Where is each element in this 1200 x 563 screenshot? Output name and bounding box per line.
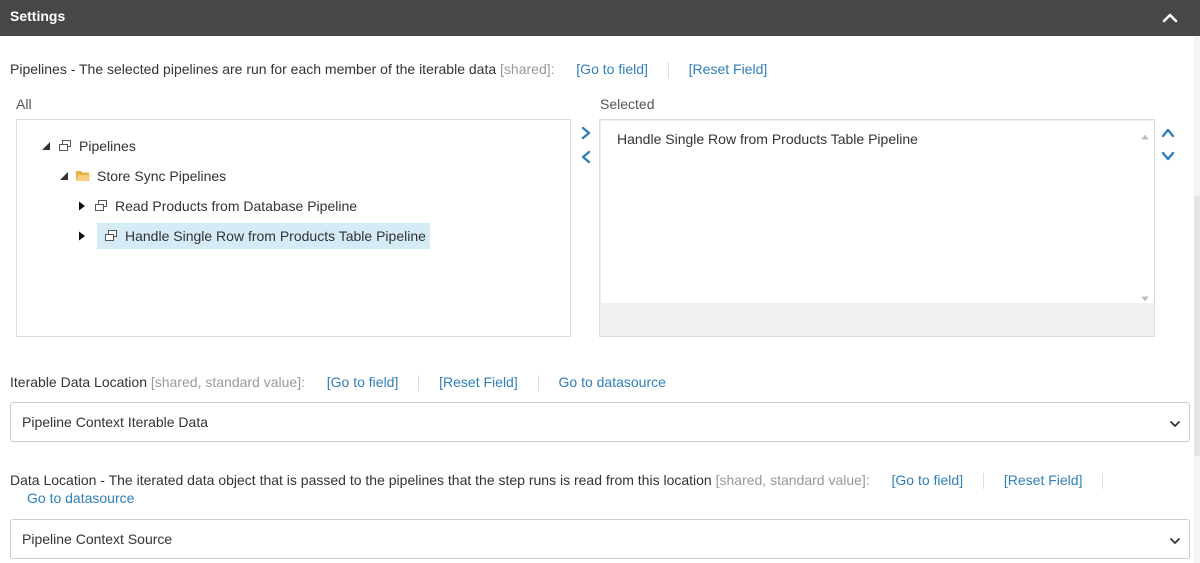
selected-list-item[interactable]: Handle Single Row from Products Table Pi…: [617, 131, 918, 147]
chevron-up-icon: [1161, 128, 1175, 138]
collapsed-triangle-icon[interactable]: [75, 229, 89, 243]
data-location-label-text: Data Location - The iterated data object…: [10, 472, 712, 488]
divider: [1102, 473, 1104, 490]
tree-node-store-sync-pipelines[interactable]: Store Sync Pipelines: [57, 163, 226, 189]
iterable-go-to-field-link[interactable]: [Go to field]: [327, 374, 399, 390]
iterable-reset-field-link[interactable]: [Reset Field]: [439, 374, 518, 390]
tree-node-label: Pipelines: [79, 138, 136, 154]
data-location-go-to-datasource-link[interactable]: Go to datasource: [27, 490, 134, 506]
pipelines-label-text: Pipelines - The selected pipelines are r…: [10, 61, 497, 77]
data-location-select[interactable]: Pipeline Context Source: [10, 519, 1190, 559]
pipelines-field-label: Pipelines - The selected pipelines are r…: [10, 61, 768, 79]
folder-open-icon: [75, 168, 91, 184]
all-label: All: [16, 96, 32, 112]
pipelines-reset-field-link[interactable]: [Reset Field]: [689, 61, 768, 77]
pipeline-icon: [93, 198, 109, 214]
iterable-shared-tag: [shared, standard value]:: [150, 374, 305, 390]
pipelines-go-to-field-link[interactable]: [Go to field]: [576, 61, 648, 77]
data-location-datasource-row: Go to datasource: [27, 490, 134, 506]
expanded-triangle-icon[interactable]: [57, 169, 71, 183]
collapsed-triangle-icon[interactable]: [75, 199, 89, 213]
data-location-go-to-field-link[interactable]: [Go to field]: [892, 472, 964, 488]
chevron-left-icon: [581, 150, 591, 164]
data-location-reset-field-link[interactable]: [Reset Field]: [1004, 472, 1083, 488]
tree-node-label: Handle Single Row from Products Table Pi…: [125, 228, 426, 244]
move-down-button[interactable]: [1161, 147, 1175, 165]
iterable-field-label: Iterable Data Location [shared, standard…: [10, 374, 666, 392]
iterable-go-to-datasource-link[interactable]: Go to datasource: [559, 374, 666, 390]
data-location-shared-tag: [shared, standard value]:: [715, 472, 870, 488]
chevron-down-icon: [1169, 534, 1181, 546]
section-title: Settings: [10, 8, 66, 24]
selected-list-area[interactable]: Handle Single Row from Products Table Pi…: [601, 121, 1135, 303]
tree-node-read-products-pipeline[interactable]: Read Products from Database Pipeline: [75, 193, 357, 219]
data-location-field-label: Data Location - The iterated data object…: [10, 472, 1119, 490]
scroll-up-icon[interactable]: [1141, 127, 1149, 143]
pipeline-icon: [57, 138, 73, 154]
selected-list-scrollbar[interactable]: [1135, 121, 1154, 303]
tree-node-label: Store Sync Pipelines: [97, 168, 227, 184]
tree-node-label: Read Products from Database Pipeline: [115, 198, 358, 214]
iterable-label-text: Iterable Data Location: [10, 374, 147, 390]
chevron-down-icon: [1169, 417, 1181, 429]
expanded-triangle-icon[interactable]: [39, 139, 53, 153]
scroll-down-icon[interactable]: [1141, 289, 1149, 305]
chevron-right-icon: [581, 126, 591, 140]
chevron-up-icon[interactable]: [1162, 10, 1178, 26]
settings-header[interactable]: Settings: [0, 0, 1200, 36]
all-pipelines-tree[interactable]: Pipelines Store Sync Pipelines Read Prod…: [16, 119, 571, 337]
select-value: Pipeline Context Source: [22, 531, 173, 547]
divider: [667, 62, 669, 79]
move-up-button[interactable]: [1161, 124, 1175, 142]
add-selected-button[interactable]: [579, 124, 593, 142]
selected-tree-node[interactable]: Handle Single Row from Products Table Pi…: [97, 223, 430, 249]
selected-pipelines-list[interactable]: Handle Single Row from Products Table Pi…: [599, 119, 1155, 337]
selected-label: Selected: [600, 96, 655, 112]
divider: [982, 473, 984, 490]
divider: [418, 375, 420, 392]
tree-node-pipelines[interactable]: Pipelines: [39, 133, 136, 159]
pipeline-icon: [103, 228, 119, 244]
remove-selected-button[interactable]: [579, 148, 593, 166]
pipelines-shared-tag: [shared]:: [500, 61, 555, 77]
divider: [537, 375, 539, 392]
iterable-data-location-select[interactable]: Pipeline Context Iterable Data: [10, 402, 1190, 442]
scrollbar-thumb[interactable]: [1194, 196, 1200, 456]
chevron-down-icon: [1161, 151, 1175, 161]
select-value: Pipeline Context Iterable Data: [22, 414, 208, 430]
tree-node-handle-single-row-pipeline[interactable]: Handle Single Row from Products Table Pi…: [75, 223, 430, 249]
page-scrollbar[interactable]: [1194, 36, 1200, 563]
